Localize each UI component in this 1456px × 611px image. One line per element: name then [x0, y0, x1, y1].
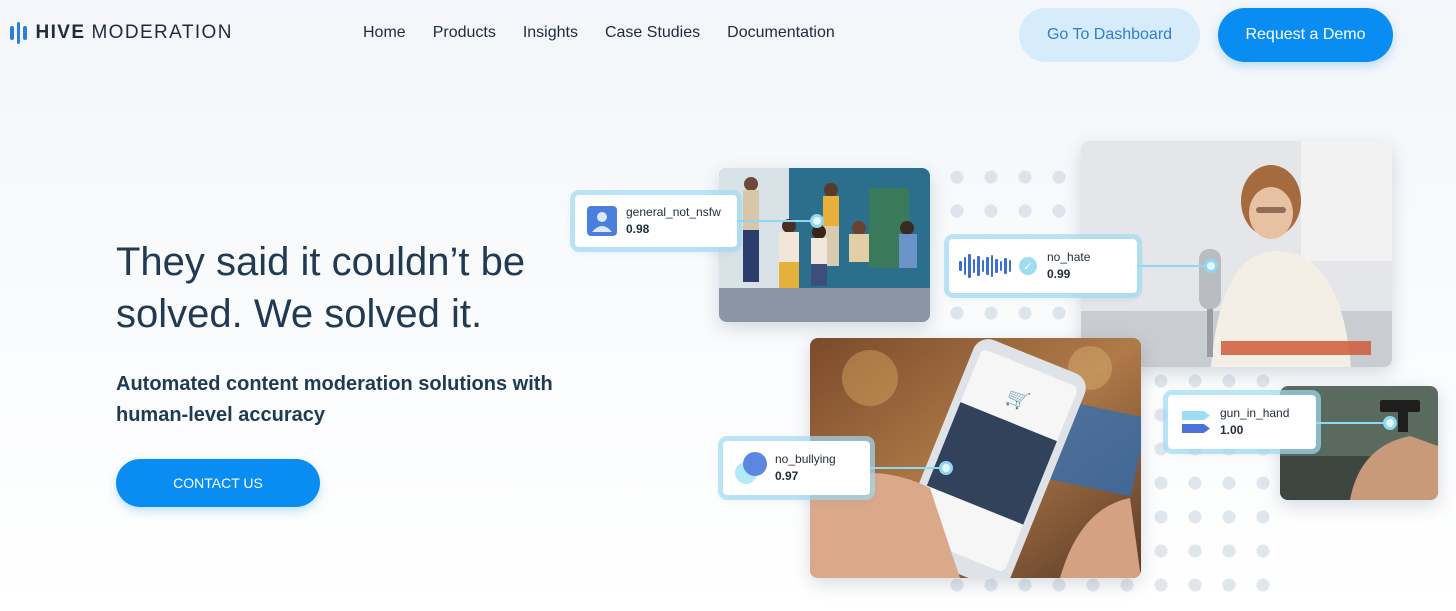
label-name: general_not_nsfw: [626, 205, 721, 219]
label-score: 0.97: [775, 469, 799, 483]
main-nav: Home Products Insights Case Studies Docu…: [363, 24, 862, 42]
bubbles-icon: [735, 452, 767, 484]
contact-us-button[interactable]: CONTACT US: [116, 459, 320, 507]
nav-case-studies[interactable]: Case Studies: [605, 24, 700, 42]
hero-subhead: Automated content moderation solutions w…: [116, 373, 553, 426]
label-card-nsfw: general_not_nsfw 0.98: [570, 190, 742, 252]
nav-documentation[interactable]: Documentation: [727, 24, 835, 42]
flags-icon: [1182, 411, 1210, 433]
user-icon: [587, 206, 617, 236]
site-header: HIVE MODERATION Home Products Insights Ca…: [0, 0, 1456, 70]
connector-bullying: [870, 467, 946, 469]
connector-gun: [1316, 422, 1390, 424]
go-to-dashboard-button[interactable]: Go To Dashboard: [1019, 8, 1200, 62]
label-name: no_hate: [1047, 250, 1091, 264]
label-card-bullying: no_bullying 0.97: [718, 436, 875, 500]
connector-hate: [1137, 265, 1211, 267]
label-name: no_bullying: [775, 452, 836, 466]
node-nsfw: [810, 214, 824, 228]
nav-insights[interactable]: Insights: [523, 24, 578, 42]
audio-wave-icon: [959, 254, 1011, 278]
nav-products[interactable]: Products: [433, 24, 496, 42]
node-hate: [1204, 259, 1218, 273]
request-demo-button[interactable]: Request a Demo: [1218, 8, 1393, 62]
nav-home[interactable]: Home: [363, 24, 406, 42]
team-photo: [719, 168, 930, 322]
check-icon: ✓: [1019, 257, 1037, 275]
hive-logo-icon: [10, 22, 27, 44]
node-bullying: [939, 461, 953, 475]
hero-headline: They said it couldn’t be solved. We solv…: [116, 240, 526, 336]
logo-wordmark-bold: HIVE: [35, 22, 86, 43]
connector-nsfw: [737, 220, 817, 222]
logo-wordmark-light: MODERATION: [91, 22, 233, 43]
hive-logo[interactable]: HIVE MODERATION: [10, 22, 233, 44]
label-card-gun: gun_in_hand 1.00: [1163, 390, 1321, 454]
label-score: 1.00: [1220, 423, 1244, 437]
label-card-hate: ✓ no_hate 0.99: [944, 234, 1142, 298]
node-gun: [1383, 416, 1397, 430]
label-score: 0.98: [626, 222, 650, 236]
label-score: 0.99: [1047, 267, 1071, 281]
label-name: gun_in_hand: [1220, 406, 1290, 420]
